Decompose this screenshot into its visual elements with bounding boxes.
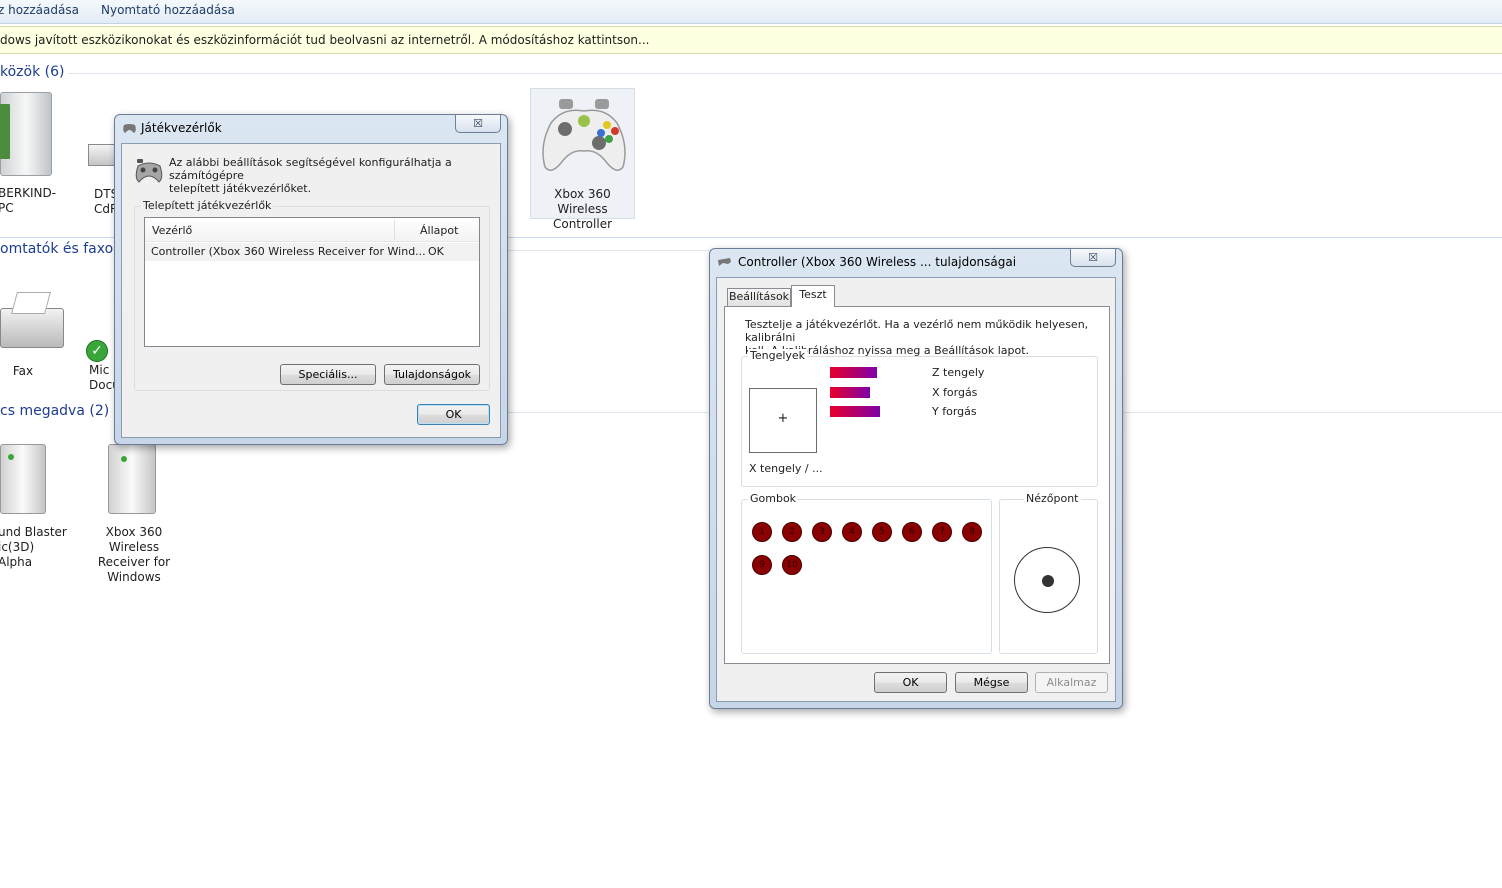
led-icon xyxy=(121,456,127,462)
buttons-group: Gombok 1 2 3 4 5 6 7 8 9 10 xyxy=(741,492,992,654)
device-sound-blaster-label: und Blaster ic(3D) Alpha xyxy=(0,525,67,569)
axis-name-label: X forgás xyxy=(932,385,978,399)
group-devices-header[interactable]: közök (6) xyxy=(0,64,64,80)
test-tab-page: Tesztelje a játékvezérlőt. Ha a vezérlő … xyxy=(724,306,1110,664)
info-bar[interactable]: dows javított eszközikonokat és eszközin… xyxy=(0,26,1502,54)
advanced-button[interactable]: Speciális... xyxy=(280,364,376,385)
axis-level-bar xyxy=(830,367,877,378)
axis-name-label: Y forgás xyxy=(932,405,977,418)
info-bar-text: dows javított eszközikonokat és eszközin… xyxy=(0,33,650,47)
gamepad-icon xyxy=(135,159,163,183)
gamepad-icon xyxy=(542,99,626,171)
device-xbox-receiver-label: Xbox 360 Wireless Receiver for Windows xyxy=(97,525,171,584)
device-fax[interactable]: Fax xyxy=(0,290,70,380)
controllers-list[interactable]: Vezérlő Állapot Controller (Xbox 360 Wir… xyxy=(144,217,480,347)
pov-label: Nézőpont xyxy=(1024,492,1081,505)
game-controllers-window[interactable]: Játékvezérlők ☒ Az alábbi beállítások se… xyxy=(114,114,508,445)
close-button[interactable]: ☒ xyxy=(455,114,501,133)
window-client: Az alábbi beállítások segítségével konfi… xyxy=(121,143,501,438)
device-box-icon xyxy=(108,444,156,514)
window-title: Játékvezérlők xyxy=(141,121,222,135)
command-bar: z hozzáadása Nyomtató hozzáadása xyxy=(0,0,1502,24)
window-title: Controller (Xbox 360 Wireless ... tulajd… xyxy=(738,255,1017,269)
device-xbox-controller[interactable]: Xbox 360 Wireless Controller xyxy=(530,88,635,231)
joystick-button-indicator: 10 xyxy=(782,555,802,575)
joystick-button-indicator: 7 xyxy=(932,522,952,542)
gamepad-icon xyxy=(123,124,136,133)
axis-level-bar xyxy=(830,386,870,398)
window-client: Beállítások Teszt Tesztelje a játékvezér… xyxy=(716,277,1116,702)
divider xyxy=(68,73,1502,74)
list-header: Vezérlő Állapot xyxy=(145,218,479,242)
row-status: OK xyxy=(428,245,444,258)
gamepad-icon xyxy=(718,258,731,266)
description-text: Az alábbi beállítások segítségével konfi… xyxy=(169,156,452,195)
apply-button[interactable]: Alkalmaz xyxy=(1035,672,1108,693)
table-row[interactable]: Controller (Xbox 360 Wireless Receiver f… xyxy=(145,243,479,261)
joystick-button-indicator: 3 xyxy=(812,522,832,542)
add-printer-button[interactable]: Nyomtató hozzáadása xyxy=(101,3,235,17)
default-check-icon: ✓ xyxy=(86,340,108,362)
axis-level-bar xyxy=(830,406,880,417)
device-xbox-controller-label: Xbox 360 Wireless Controller xyxy=(552,187,613,231)
pov-indicator xyxy=(1042,575,1054,587)
led-icon xyxy=(8,454,14,460)
close-button[interactable]: ☒ xyxy=(1070,248,1116,267)
pov-group: Nézőpont xyxy=(999,492,1098,654)
ok-button[interactable]: OK xyxy=(874,672,947,693)
fax-icon xyxy=(0,308,64,348)
paper-icon xyxy=(11,292,51,314)
group-unspecified-header[interactable]: cs megadva (2) xyxy=(0,403,109,419)
tab-settings[interactable]: Beállítások xyxy=(727,288,791,306)
axis-name-label: Z tengely xyxy=(932,366,985,379)
properties-button[interactable]: Tulajdonságok xyxy=(384,364,480,385)
crosshair: + xyxy=(777,411,789,426)
device-box-icon xyxy=(0,444,46,514)
divider xyxy=(506,412,710,413)
device-pc[interactable]: BERKIND-PC xyxy=(0,90,70,215)
joystick-button-indicator: 8 xyxy=(962,522,982,542)
divider xyxy=(1123,412,1502,413)
cancel-button[interactable]: Mégse xyxy=(955,672,1028,693)
column-separator[interactable] xyxy=(394,220,395,240)
installed-controllers-label: Telepített játékvezérlők xyxy=(141,199,274,212)
device-mic[interactable]: ✓ Mic Docu xyxy=(86,320,120,400)
joystick-button-indicator: 4 xyxy=(842,522,862,542)
joystick-button-indicator: 9 xyxy=(752,555,772,575)
axes-group: Tengelyek + X tengely / ... Z tengely X f… xyxy=(741,349,1098,487)
device-pc-label: BERKIND-PC xyxy=(0,186,57,215)
column-controller[interactable]: Vezérlő xyxy=(152,224,192,237)
device-fax-label: Fax xyxy=(12,364,34,378)
joystick-button-indicator: 1 xyxy=(752,522,772,542)
joystick-button-indicator: 6 xyxy=(902,522,922,542)
installed-controllers-group: Telepített játékvezérlők Vezérlő Állapot… xyxy=(134,199,490,391)
pov-circle xyxy=(1014,547,1080,613)
tab-test[interactable]: Teszt xyxy=(791,285,835,307)
device-sound-blaster[interactable]: und Blaster ic(3D) Alpha xyxy=(0,440,70,569)
joystick-button-indicator: 5 xyxy=(872,522,892,542)
row-controller-name: Controller (Xbox 360 Wireless Receiver f… xyxy=(151,245,426,258)
column-status[interactable]: Állapot xyxy=(420,224,458,237)
group-printers-header[interactable]: omtatók és faxok xyxy=(0,241,121,257)
buttons-label: Gombok xyxy=(748,492,799,505)
controller-properties-window[interactable]: Controller (Xbox 360 Wireless ... tulajd… xyxy=(709,248,1123,709)
computer-stripe xyxy=(0,104,10,159)
xy-axis-box: + xyxy=(749,388,817,453)
ok-button[interactable]: OK xyxy=(417,404,490,425)
axes-label: Tengelyek xyxy=(748,349,808,362)
device-xbox-receiver[interactable]: Xbox 360 Wireless Receiver for Windows xyxy=(84,440,184,584)
joystick-button-indicator: 2 xyxy=(782,522,802,542)
add-device-button[interactable]: z hozzáadása xyxy=(0,3,79,17)
xy-axis-label: X tengely / ... xyxy=(749,462,823,475)
